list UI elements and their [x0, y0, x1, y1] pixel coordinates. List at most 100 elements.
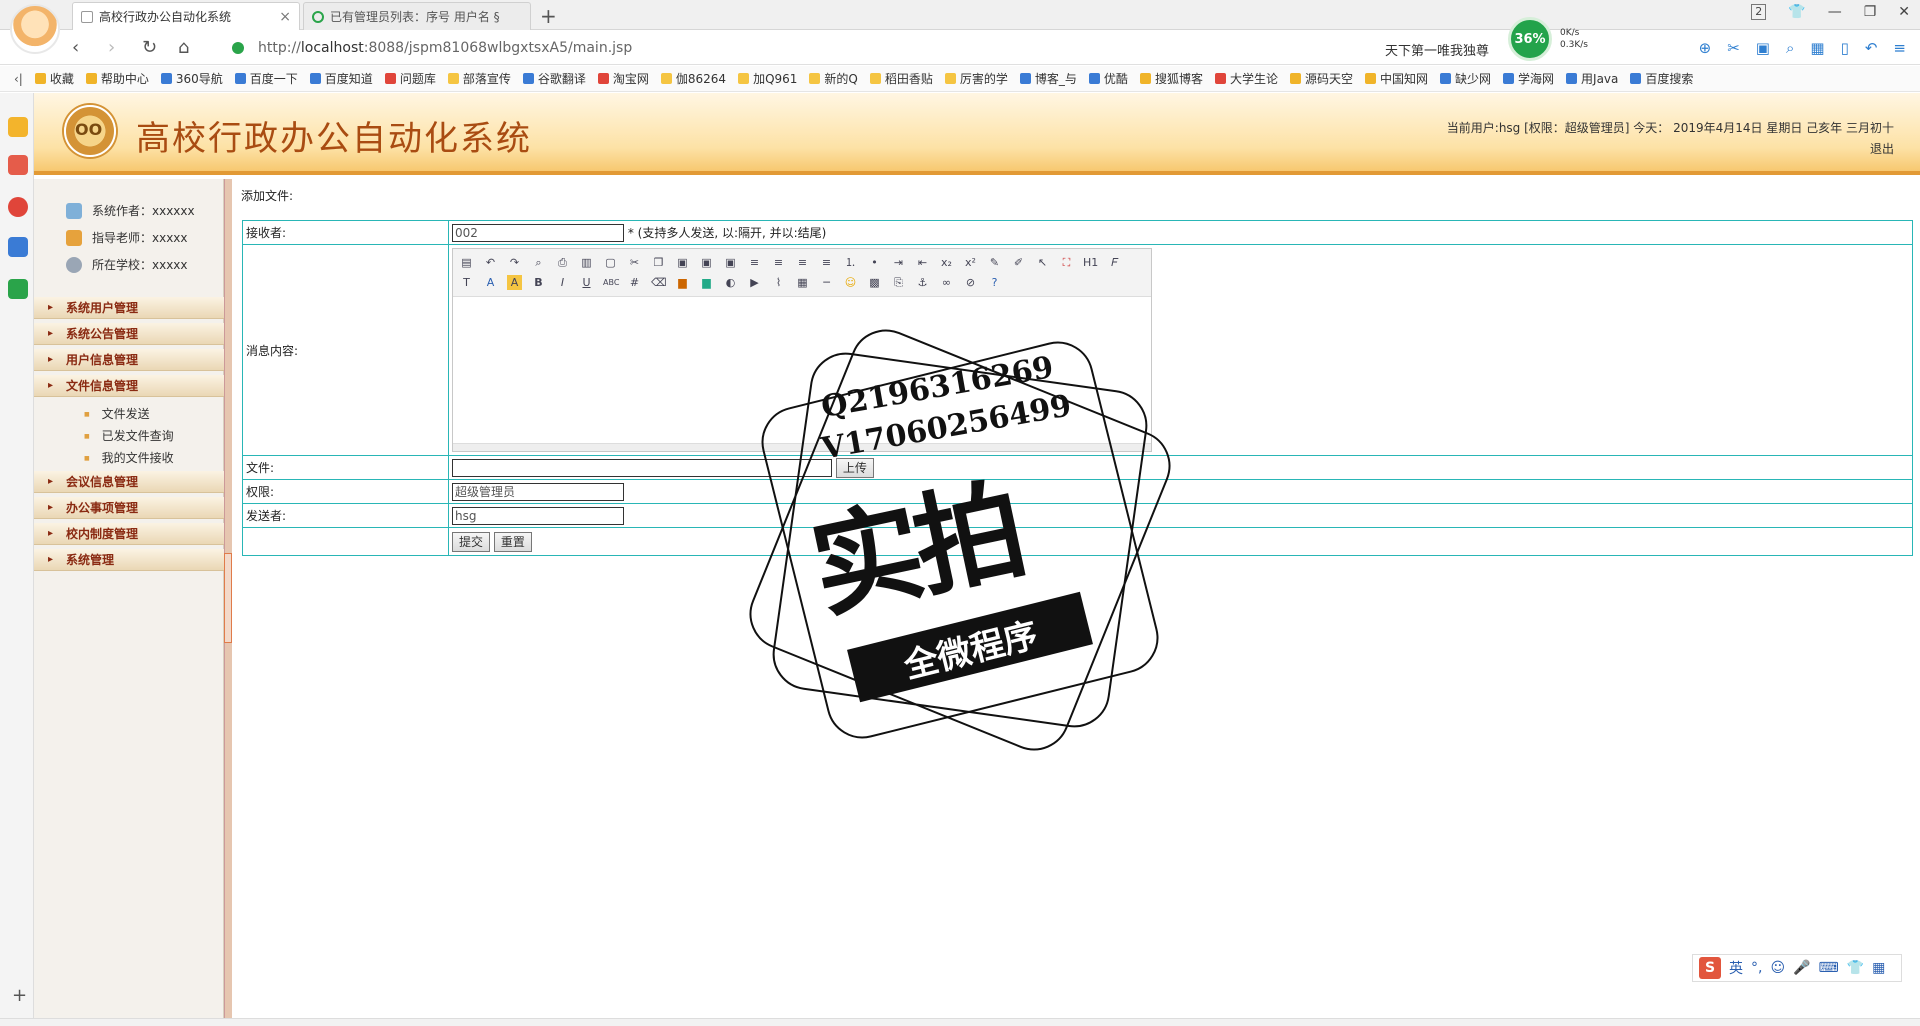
baidu-map-icon[interactable]: ▩	[867, 275, 882, 290]
preview-icon[interactable]: ⌕	[531, 255, 546, 270]
cut-icon[interactable]: ✂	[627, 255, 642, 270]
receiver-field[interactable]	[452, 223, 624, 242]
address-bar[interactable]: http:// localhost :8088/jspm81068wlbgxts…	[232, 37, 1332, 59]
ime-mode[interactable]: 英	[1729, 958, 1743, 978]
bookmark-item[interactable]: 厉害的学	[944, 70, 1008, 87]
underline-icon[interactable]: U	[579, 275, 594, 290]
sender-field[interactable]	[452, 506, 624, 525]
punctuation-icon[interactable]: °,	[1751, 960, 1762, 976]
network-speed-widget[interactable]: 36% 0K/s 0.3K/s	[1508, 17, 1628, 61]
mail-icon[interactable]	[8, 237, 28, 257]
bookmark-item[interactable]: 优酷	[1088, 70, 1128, 87]
unlink-icon[interactable]: ⊘	[963, 275, 978, 290]
bookmark-item[interactable]: 博客_与	[1019, 70, 1077, 87]
sidebar-item-meetings[interactable]: 会议信息管理	[34, 471, 224, 493]
template-icon[interactable]: ▥	[579, 255, 594, 270]
hr-icon[interactable]: ─	[819, 275, 834, 290]
align-center-icon[interactable]: ≡	[771, 255, 786, 270]
bookmark-item[interactable]: 百度知道	[309, 70, 373, 87]
select-all-icon[interactable]: ✐	[1011, 255, 1026, 270]
source-icon[interactable]: ▤	[459, 255, 474, 270]
paste-icon[interactable]: ▣	[675, 255, 690, 270]
bookmark-item[interactable]: 淘宝网	[597, 70, 649, 87]
image-upload-icon[interactable]: ▆	[675, 275, 690, 290]
sidebar-subitem-sent-files[interactable]: 已发文件查询	[84, 427, 174, 444]
submit-button[interactable]: 提交	[452, 531, 491, 552]
link-icon[interactable]: ∞	[939, 275, 954, 290]
heading-icon[interactable]: H1	[1083, 255, 1098, 270]
superscript-icon[interactable]: x²	[963, 255, 978, 270]
bookmark-item[interactable]: 稻田香贴	[869, 70, 933, 87]
ime-toolbar[interactable]: S 英 °, ☺ 🎤 ⌨ 👕 ▦	[1692, 954, 1902, 982]
rich-text-editor[interactable]: ▤ ↶ ↷ ⌕ ⎙ ▥ ▢ ✂ ❐ ▣ ▣ ▣ ≡ ≡ ≡ ≡ ⒈ • ⇥ ⇤ …	[452, 248, 1152, 452]
restore-icon[interactable]: ❐	[1864, 4, 1877, 20]
forward-icon[interactable]: ›	[108, 37, 115, 58]
reload-icon[interactable]: ↻	[142, 37, 157, 58]
tab-count-badge[interactable]: 2	[1751, 4, 1767, 20]
home-icon[interactable]: ⌂	[178, 37, 189, 58]
menu-icon[interactable]: ≡	[1893, 39, 1906, 57]
undo-icon[interactable]: ↶	[1865, 39, 1878, 57]
add-sidebar-icon[interactable]: +	[12, 985, 27, 1006]
justify-icon[interactable]: ≡	[819, 255, 834, 270]
bookmark-item[interactable]: 源码天空	[1289, 70, 1353, 87]
bookmark-item[interactable]: 伽86264	[660, 70, 726, 87]
minimize-icon[interactable]: —	[1828, 4, 1842, 20]
sidebar-subitem-received-files[interactable]: 我的文件接收	[84, 449, 174, 466]
tab-admin-list[interactable]: 已有管理员列表：序号 用户名 §	[303, 2, 531, 30]
sidebar-subitem-send-file[interactable]: 文件发送	[84, 405, 150, 422]
attachment-icon[interactable]: ⌇	[771, 275, 786, 290]
sidebar-collapse-handle[interactable]	[224, 553, 232, 643]
favorites-icon[interactable]	[8, 117, 28, 137]
flash-icon[interactable]: ◐	[723, 275, 738, 290]
anchor-icon[interactable]: ⚓	[915, 275, 930, 290]
bookmark-item[interactable]: 缺少网	[1440, 70, 1491, 87]
subscript-icon[interactable]: x₂	[939, 255, 954, 270]
bookmark-item[interactable]: 学海网	[1503, 70, 1554, 87]
sidebar-item-system-admin[interactable]: 系统管理	[34, 549, 224, 571]
collapse-icon[interactable]: ‹|	[14, 72, 23, 86]
bookmark-item[interactable]: 加Q961	[738, 70, 797, 87]
undo-icon[interactable]: ↶	[483, 255, 498, 270]
outdent-icon[interactable]: ⇤	[915, 255, 930, 270]
bookmark-item[interactable]: 中国知网	[1364, 70, 1428, 87]
font-color-icon[interactable]: A	[483, 275, 498, 290]
emoticon-icon[interactable]: ☺	[843, 275, 858, 290]
sidebar-item-system-users[interactable]: 系统用户管理	[34, 297, 224, 319]
emoji-icon[interactable]: ☺	[1770, 960, 1785, 976]
bookmark-item[interactable]: 大学生论	[1214, 70, 1278, 87]
sidebar-item-user-info[interactable]: 用户信息管理	[34, 349, 224, 371]
unordered-list-icon[interactable]: •	[867, 255, 882, 270]
file-path-field[interactable]	[452, 459, 832, 477]
grid-icon[interactable]: #	[627, 275, 642, 290]
microphone-icon[interactable]: 🎤	[1793, 960, 1810, 976]
keyboard-icon[interactable]: ⌨	[1819, 960, 1839, 976]
bookmark-item[interactable]: 百度搜索	[1630, 70, 1693, 87]
bookmark-item[interactable]: 百度一下	[234, 70, 298, 87]
avatar[interactable]	[10, 4, 60, 54]
close-icon[interactable]: ×	[279, 9, 291, 25]
bookmark-item[interactable]: 新的Q	[809, 70, 858, 87]
weibo-icon[interactable]	[8, 197, 28, 217]
copy-icon[interactable]: ❐	[651, 255, 666, 270]
translate-icon[interactable]: ⊕	[1699, 39, 1712, 57]
redo-icon[interactable]: ↷	[507, 255, 522, 270]
eraser-icon[interactable]: ⌫	[651, 275, 667, 290]
bookmark-item[interactable]: 问题库	[384, 70, 436, 87]
media-icon[interactable]: ▶	[747, 275, 762, 290]
bookmark-item[interactable]: 收藏	[34, 70, 74, 87]
font-size-icon[interactable]: T	[459, 275, 474, 290]
search-icon[interactable]: ⌕	[1786, 39, 1794, 57]
video-icon[interactable]	[8, 279, 28, 299]
sidebar-item-announcements[interactable]: 系统公告管理	[34, 323, 224, 345]
paste-text-icon[interactable]: ▣	[699, 255, 714, 270]
back-icon[interactable]: ‹	[72, 37, 79, 58]
tab-main-system[interactable]: 高校行政办公自动化系统 ×	[72, 2, 300, 30]
strikethrough-icon[interactable]: ABC	[603, 275, 619, 290]
fullscreen-icon[interactable]: ⛶	[1059, 255, 1074, 270]
sidebar-item-file-info[interactable]: 文件信息管理	[34, 375, 224, 397]
editor-resize-bar[interactable]	[453, 443, 1151, 451]
highlight-icon[interactable]: A	[507, 274, 522, 290]
table-icon[interactable]: ▦	[795, 275, 810, 290]
italic-icon[interactable]: I	[555, 275, 570, 290]
